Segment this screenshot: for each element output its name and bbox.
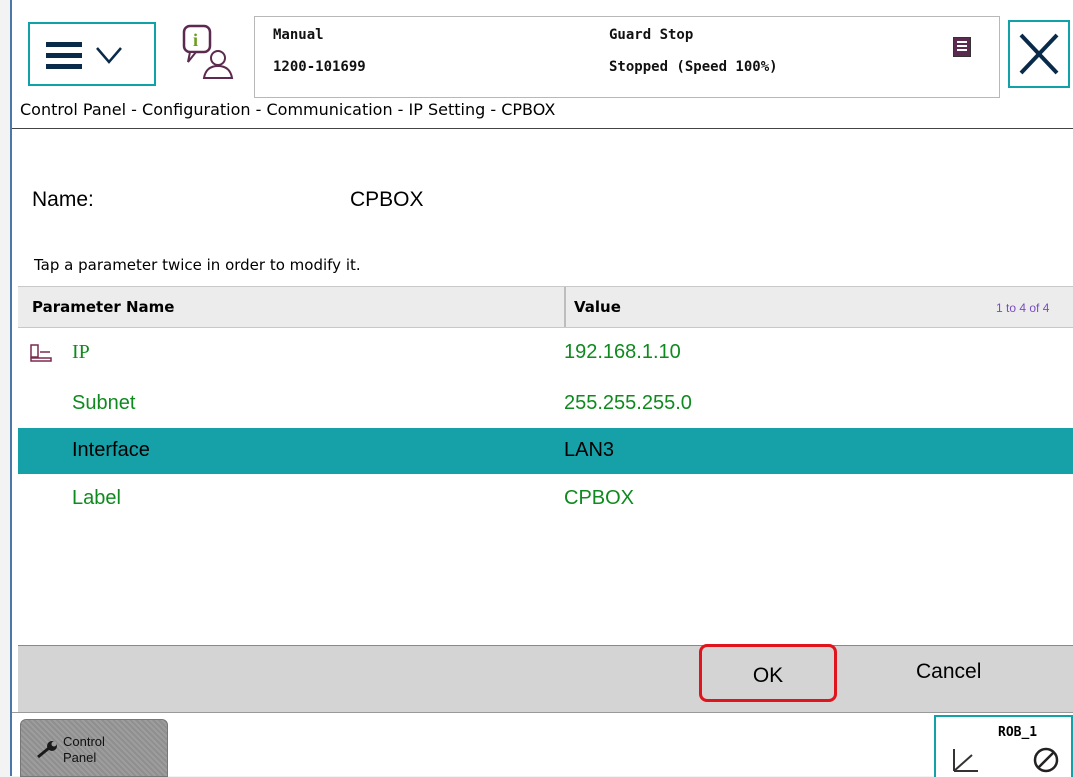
svg-text:i: i <box>193 30 198 50</box>
main-menu-button[interactable] <box>28 22 156 86</box>
breadcrumb: Control Panel - Configuration - Communic… <box>20 100 556 119</box>
status-bar[interactable]: Manual 1200-101699 Guard Stop Stopped (S… <box>254 16 1000 98</box>
cancel-button[interactable]: Cancel <box>916 660 981 684</box>
action-bar: OK Cancel <box>18 644 1073 712</box>
parameter-name: Label <box>72 487 121 509</box>
parameter-value: 255.255.255.0 <box>564 392 692 414</box>
parameter-value: LAN3 <box>564 439 615 461</box>
controller-state: Guard Stop <box>609 27 694 43</box>
table-row[interactable]: Label CPBOX <box>18 476 1073 522</box>
column-separator <box>564 287 566 327</box>
robot-name: ROB_1 <box>998 725 1038 740</box>
parameter-name: Subnet <box>72 392 136 414</box>
ok-button[interactable]: OK <box>699 644 837 702</box>
table-row[interactable]: IP 192.168.1.10 <box>18 330 1073 376</box>
close-icon <box>1019 33 1059 75</box>
coordinate-system-icon <box>953 749 978 772</box>
close-button[interactable] <box>1008 20 1070 88</box>
quickset-robot-button[interactable]: ROB_1 <box>934 715 1073 777</box>
controller-id: 1200-101699 <box>273 59 366 75</box>
row-range-indicator: 1 to 4 of 4 <box>996 301 1050 315</box>
column-header-value[interactable]: Value <box>574 298 621 316</box>
name-value: CPBOX <box>350 188 424 211</box>
table-row[interactable]: Subnet 255.255.255.0 <box>18 381 1073 427</box>
top-bar: i Manual 1200-101699 Guard Stop Stopped … <box>12 8 1073 98</box>
taskbar-control-panel[interactable]: Control Panel <box>20 719 168 777</box>
parameter-value: 192.168.1.10 <box>564 341 681 363</box>
increment-icon <box>1033 747 1059 773</box>
parameter-name: Interface <box>72 439 150 461</box>
parameter-name: IP <box>72 341 90 363</box>
instruction-text: Tap a parameter twice in order to modify… <box>34 256 361 274</box>
program-state: Stopped (Speed 100%) <box>609 59 778 75</box>
hamburger-icon <box>46 42 82 69</box>
taskbar: Control Panel ROB_1 <box>12 712 1073 777</box>
stop-state-icon <box>953 37 971 57</box>
name-label: Name: <box>32 188 94 211</box>
ok-button-label: OK <box>752 664 784 687</box>
table-header: Parameter Name Value 1 to 4 of 4 <box>18 286 1073 328</box>
column-header-parameter-name[interactable]: Parameter Name <box>32 298 174 316</box>
flexpendant-window: i Manual 1200-101699 Guard Stop Stopped … <box>10 0 1073 777</box>
table-row-selected[interactable]: Interface LAN3 <box>18 428 1073 474</box>
network-parameter-icon <box>30 344 52 362</box>
operating-mode: Manual <box>273 27 324 43</box>
wrench-icon <box>37 741 57 759</box>
event-log-icon[interactable]: i <box>180 22 234 82</box>
chevron-down-icon <box>96 47 122 64</box>
parameter-value: CPBOX <box>564 487 635 509</box>
divider <box>12 128 1073 129</box>
taskbar-label: Control Panel <box>63 734 105 765</box>
